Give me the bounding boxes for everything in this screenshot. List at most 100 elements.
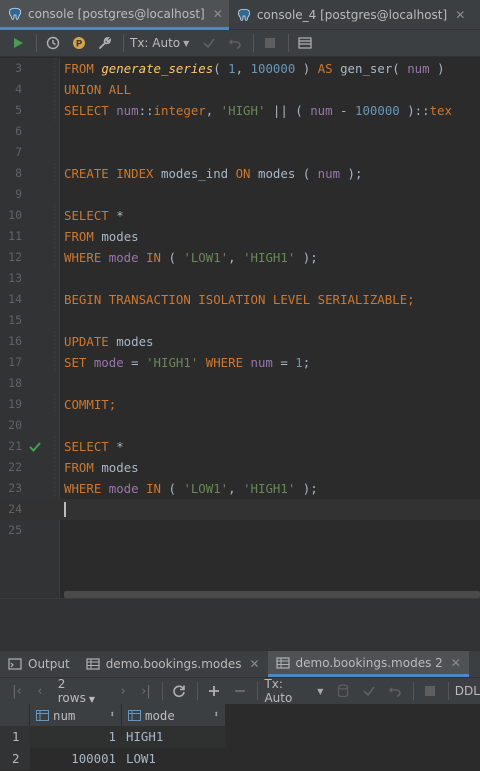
code-line[interactable]: 9 [0,184,480,205]
output-layout-button[interactable] [295,33,315,53]
cell-num[interactable]: 1 [30,726,122,748]
line-number: 20 [8,418,22,432]
table-row[interactable]: 1 1 HIGH1 [0,726,226,748]
code-token: BEGIN TRANSACTION ISOLATION LEVEL SERIAL… [64,292,415,307]
next-page-icon[interactable]: › [114,684,132,699]
code-line[interactable]: 20 [0,415,480,436]
line-number: 13 [8,271,22,285]
column-header-num[interactable]: num ⬍ [30,704,122,726]
tab-console-4[interactable]: console_4 [postgres@localhost] ✕ [229,0,471,30]
code-line[interactable]: 19 COMMIT; [0,394,480,415]
line-number: 17 [8,355,22,369]
table-row[interactable]: 2 100001 LOW1 [0,748,226,770]
delete-row-button[interactable] [230,681,250,701]
code-token: SET [64,355,94,370]
code-line[interactable]: 6 [0,121,480,142]
close-icon[interactable]: ✕ [249,657,259,671]
line-number: 9 [15,187,22,201]
tab-console[interactable]: console [postgres@localhost] ✕ [0,0,229,30]
code-line[interactable]: 11 FROM modes [0,226,480,247]
horizontal-scrollbar[interactable] [64,591,480,598]
code-token: modes ( [257,166,318,181]
ddl-button[interactable]: DDL [455,684,480,698]
cell-mode[interactable]: HIGH1 [122,726,226,748]
first-page-icon[interactable]: |‹ [8,684,26,699]
add-row-button[interactable] [204,681,224,701]
tab-output[interactable]: Output [0,651,78,677]
run-button[interactable] [8,33,28,53]
stop-button[interactable] [420,681,440,701]
cell-num[interactable]: 100001 [30,748,122,770]
code-line[interactable]: 25 [0,520,480,541]
clock-icon [46,36,60,50]
results-tx-mode-dropdown[interactable]: Tx: Auto ▼ [264,677,323,705]
code-line[interactable]: 17 SET mode = 'HIGH1' WHERE num = 1; [0,352,480,373]
history-button[interactable] [43,33,63,53]
code-token: FROM [64,460,102,475]
pin-session-button[interactable]: P [69,33,89,53]
tab-result-modes-2[interactable]: demo.bookings.modes 2 ✕ [267,651,469,677]
line-number: 8 [15,166,22,180]
close-icon[interactable]: ✕ [451,656,461,670]
sort-icon[interactable]: ⬍ [214,710,219,720]
check-icon [203,38,216,49]
code-line[interactable]: 16 UPDATE modes [0,331,480,352]
last-page-icon[interactable]: ›| [137,684,155,699]
code-line[interactable]: 12 WHERE mode IN ( 'LOW1', 'HIGH1' ); [0,247,480,268]
commit-button[interactable] [199,33,219,53]
code-token: ); [295,481,318,496]
code-token: COMMIT; [64,397,117,412]
settings-button[interactable] [95,33,115,53]
code-line[interactable]: 23 WHERE mode IN ( 'LOW1', 'HIGH1' ); [0,478,480,499]
row-count-label: 2 rows [57,677,86,705]
code-token: 'HIGH1' [243,250,296,265]
code-token: SELECT [64,439,117,454]
rollback-button[interactable] [385,681,405,701]
column-header-mode[interactable]: mode ⬍ [122,704,226,726]
code-text: FROM generate_series( 1, 100000 ) AS gen… [64,58,445,79]
reload-button[interactable] [169,681,189,701]
prev-page-icon[interactable]: ‹ [31,684,49,699]
code-token: || ( [265,103,311,118]
stop-button[interactable] [260,33,280,53]
sort-icon[interactable]: ⬍ [110,710,115,720]
code-token: * [116,439,124,454]
code-token: num [310,103,333,118]
row-count-dropdown[interactable]: 2 rows ▼ [58,677,106,705]
code-token: , [235,61,251,76]
result-grid[interactable]: num ⬍ mode ⬍ 1 1 HIGH1 2 100001 LOW1 [0,704,480,771]
code-line[interactable]: 18 [0,373,480,394]
postgres-icon [9,7,21,20]
tab-result-modes[interactable]: demo.bookings.modes ✕ [78,651,268,677]
line-number: 5 [15,103,22,117]
line-number: 22 [8,460,22,474]
code-line[interactable]: 3 FROM generate_series( 1, 100000 ) AS ge… [0,58,480,79]
code-line[interactable]: 24 [0,499,480,520]
db-submit-button[interactable] [333,681,353,701]
code-line[interactable]: 21 SELECT * [0,436,480,457]
cell-mode[interactable]: LOW1 [122,748,226,770]
code-line[interactable]: 22 FROM modes [0,457,480,478]
text-cursor [64,502,66,517]
code-line[interactable]: 13 [0,268,480,289]
code-text: SET mode = 'HIGH1' WHERE num = 1; [64,352,310,373]
tx-mode-dropdown[interactable]: Tx: Auto ▼ [130,36,189,50]
close-icon[interactable]: ✕ [455,8,465,22]
rollback-button[interactable] [225,33,245,53]
code-token: = [272,355,296,370]
code-line[interactable]: 7 [0,142,480,163]
code-line[interactable]: 10 SELECT * [0,205,480,226]
stop-icon [265,38,276,48]
code-line[interactable]: 15 [0,310,480,331]
code-token: WHERE [64,250,109,265]
code-token: integer [153,103,206,118]
sql-editor[interactable]: 3 FROM generate_series( 1, 100000 ) AS ge… [0,58,480,598]
code-line[interactable]: 8 CREATE INDEX modes_ind ON modes ( num )… [0,163,480,184]
code-line[interactable]: 14 BEGIN TRANSACTION ISOLATION LEVEL SERI… [0,289,480,310]
code-line[interactable]: 4 UNION ALL [0,79,480,100]
commit-button[interactable] [359,681,379,701]
close-icon[interactable]: ✕ [213,7,223,21]
toolbar-divider [36,34,37,52]
code-token: WHERE [64,481,109,496]
code-line[interactable]: 5 SELECT num::integer, 'HIGH' || ( num - … [0,100,480,121]
